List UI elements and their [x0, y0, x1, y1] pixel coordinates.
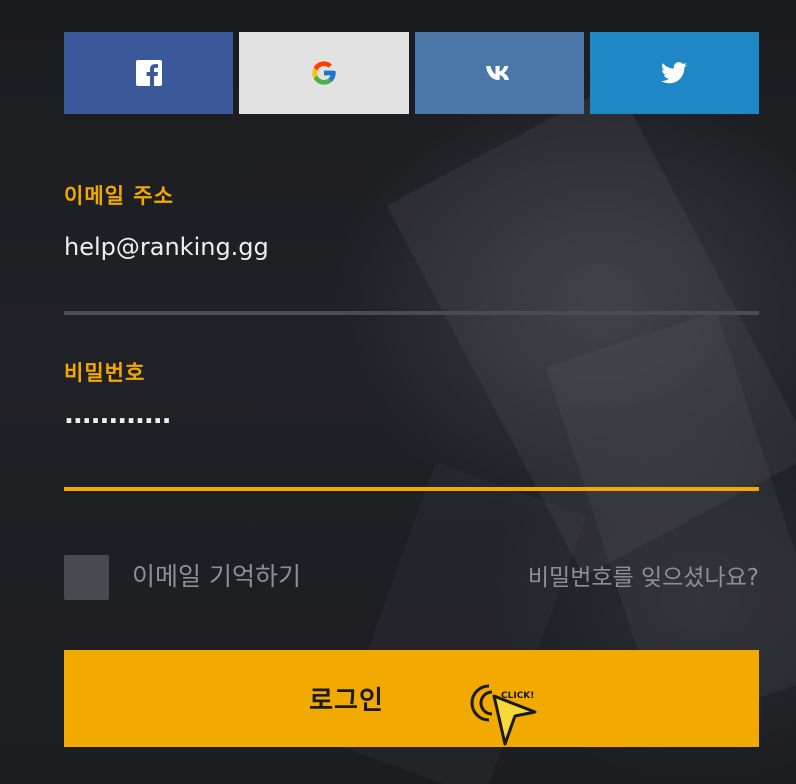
email-underline [64, 311, 759, 315]
facebook-login-button[interactable] [64, 32, 234, 114]
click-badge-text: CLICK! [501, 691, 534, 701]
social-login-row [64, 32, 759, 114]
password-underline-active [64, 487, 759, 491]
password-field[interactable]: ............ [64, 400, 172, 430]
facebook-icon [135, 60, 162, 86]
google-login-button[interactable] [239, 32, 409, 114]
google-icon [312, 61, 336, 85]
twitter-icon [661, 62, 688, 84]
remember-email-label[interactable]: 이메일 기억하기 [132, 557, 301, 593]
login-screen: 이메일 주소 help@ranking.gg 비밀번호 ............… [0, 0, 796, 784]
vk-icon [486, 66, 510, 80]
forgot-password-link[interactable]: 비밀번호를 잊으셨나요? [528, 558, 759, 592]
email-label: 이메일 주소 [64, 184, 174, 208]
login-button[interactable]: 로그인 [64, 650, 759, 747]
email-field[interactable]: help@ranking.gg [64, 233, 269, 261]
click-cursor-icon: CLICK! [470, 684, 537, 746]
twitter-login-button[interactable] [589, 32, 759, 114]
password-label: 비밀번호 [64, 361, 146, 385]
remember-email-checkbox[interactable] [64, 555, 109, 600]
vk-login-button[interactable] [414, 32, 584, 114]
login-button-label: 로그인 [309, 686, 384, 716]
